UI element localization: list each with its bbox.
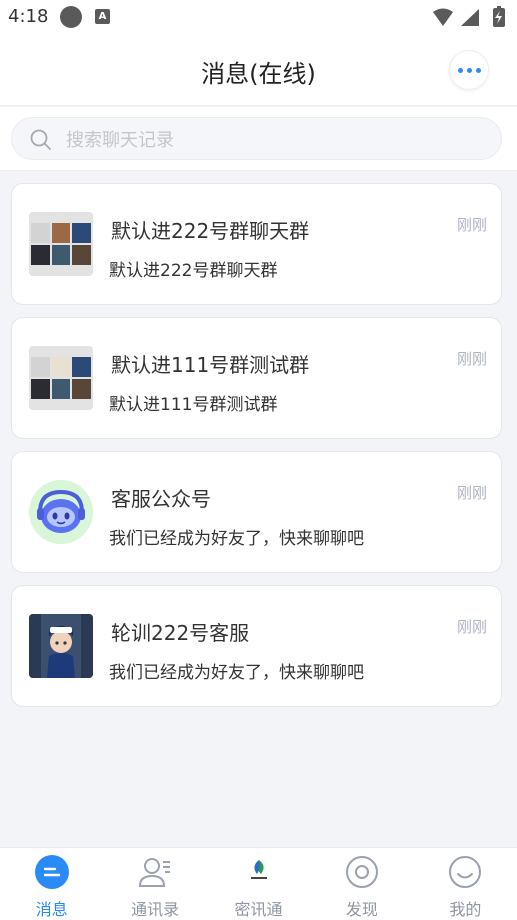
tab-contacts[interactable]: 通讯录 — [103, 848, 206, 920]
conversation-title: 客服公众号 — [111, 487, 211, 511]
search-icon — [30, 129, 51, 150]
status-time: 4:18 — [8, 6, 49, 27]
discover-icon — [345, 856, 378, 888]
conversation-item[interactable]: 客服公众号 我们已经成为好友了，快来聊聊吧 刚刚 — [11, 451, 502, 573]
search-area — [0, 107, 517, 171]
tab-discover[interactable]: 发现 — [310, 848, 413, 920]
more-button[interactable] — [449, 50, 489, 90]
tab-label: 密讯通 — [234, 900, 283, 919]
profile-icon — [449, 856, 482, 888]
tab-label: 发现 — [345, 900, 378, 919]
tab-messages[interactable]: 消息 — [0, 848, 103, 920]
conversation-preview: 我们已经成为好友了，快来聊聊吧 — [109, 663, 364, 683]
search-input[interactable] — [66, 127, 466, 153]
conversation-item[interactable]: 轮训222号客服 我们已经成为好友了，快来聊聊吧 刚刚 — [11, 585, 502, 707]
robot-avatar — [29, 480, 93, 544]
user-photo-icon — [29, 614, 93, 678]
tab-profile[interactable]: 我的 — [414, 848, 517, 920]
search-box[interactable] — [11, 117, 502, 160]
group-avatar — [29, 346, 93, 410]
bottom-tab-bar: 消息 通讯录 密讯通 发现 我的 — [0, 847, 517, 920]
status-bar: 4:18 A — [0, 0, 517, 34]
conversation-preview: 默认进111号群测试群 — [109, 395, 278, 415]
tab-mixuntong[interactable]: 密讯通 — [207, 848, 310, 920]
conversation-time: 刚刚 — [456, 216, 487, 234]
tab-label: 我的 — [449, 900, 482, 919]
conversation-title: 轮训222号客服 — [111, 621, 250, 645]
page-title: 消息(在线) — [201, 60, 316, 88]
signal-battery-icon — [433, 6, 505, 27]
chat-icon — [34, 855, 69, 889]
conversation-time: 刚刚 — [456, 484, 487, 502]
robot-icon — [29, 480, 93, 544]
conversation-item[interactable]: 默认进111号群测试群 默认进111号群测试群 刚刚 — [11, 317, 502, 439]
conversation-time: 刚刚 — [456, 618, 487, 636]
header: 消息(在线) — [0, 34, 517, 106]
contacts-icon — [139, 858, 171, 887]
conversation-title: 默认进111号群测试群 — [111, 353, 310, 377]
conversation-title: 默认进222号群聊天群 — [111, 219, 310, 243]
more-dots-icon — [457, 67, 463, 73]
conversation-item[interactable]: 默认进222号群聊天群 默认进222号群聊天群 刚刚 — [11, 183, 502, 305]
conversation-time: 刚刚 — [456, 350, 487, 368]
notification-dot-icon — [60, 6, 82, 28]
conversation-preview: 我们已经成为好友了，快来聊聊吧 — [109, 529, 364, 549]
photo-avatar — [29, 614, 93, 678]
more-dots-icon — [475, 67, 481, 73]
more-dots-icon — [466, 67, 472, 73]
tab-label: 通讯录 — [131, 900, 180, 919]
conversation-preview: 默认进222号群聊天群 — [109, 261, 278, 281]
conversation-list: 默认进222号群聊天群 默认进222号群聊天群 刚刚 默认进111号群测试群 默… — [11, 183, 502, 719]
group-avatar — [29, 212, 93, 276]
tab-label: 消息 — [35, 900, 68, 919]
app-logo-icon — [250, 860, 267, 879]
notification-app-icon: A — [95, 9, 110, 24]
